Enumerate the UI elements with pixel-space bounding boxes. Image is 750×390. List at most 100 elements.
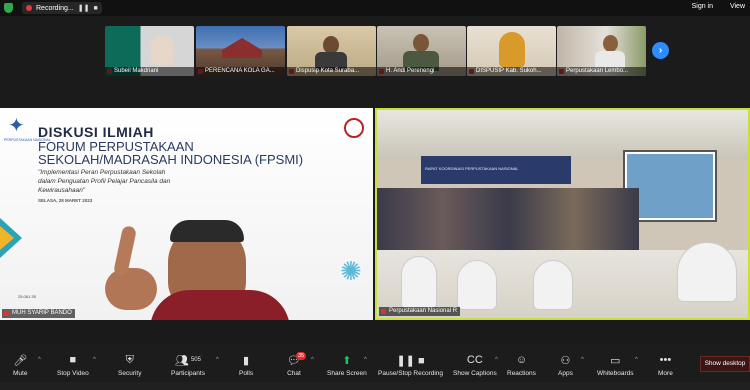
shield-icon [4, 3, 13, 13]
participant-strip: Subeil Makdriani PERENCANA KOLA GA... Di… [0, 16, 750, 106]
reactions-button[interactable]: ☺ Reactions [507, 353, 536, 377]
record-dot-icon [26, 5, 32, 11]
slide-date: SELASA, 28 MARET 2023 [38, 198, 93, 203]
pause-stop-recording-button[interactable]: ❚❚ ■ Pause/Stop Recording [378, 353, 444, 378]
captions-icon: CC [466, 354, 483, 366]
polls-label: Polls [239, 370, 254, 377]
share-label: Share Screen [327, 370, 367, 377]
participant-name: H. Andi Perenengi [377, 67, 466, 76]
participant-tile[interactable]: Dispusip Kota Suraba... [287, 26, 376, 76]
emblem-icon [344, 118, 364, 138]
avatar [499, 32, 525, 68]
pause-stop-icon: ❚❚ ■ [396, 354, 425, 367]
chevron-up-icon[interactable]: ^ [495, 357, 498, 363]
share-screen-button[interactable]: ⬆ Share Screen [327, 353, 367, 378]
projected-meeting [627, 154, 713, 218]
next-page-button[interactable]: › [652, 42, 669, 59]
people-icon: 👥︎ 505 [174, 354, 201, 367]
participant-tile[interactable]: Subeil Makdriani [105, 26, 194, 76]
chevron-up-icon[interactable]: ^ [581, 357, 584, 363]
chevron-right-icon: › [658, 45, 663, 56]
participant-name: PERENCANA KOLA GA... [196, 67, 285, 76]
participants-button[interactable]: 👥︎ 505 Participants [171, 353, 205, 378]
video-camera-icon: ■ [69, 354, 77, 366]
participants-label: Participants [171, 370, 205, 377]
chair [401, 256, 437, 310]
participant-name: Subeil Makdriani [105, 67, 194, 76]
more-label: More [658, 370, 673, 377]
chair [677, 242, 737, 302]
speaker-name-label: MUH SYARIP BANDO [2, 309, 75, 318]
sign-in-link[interactable]: Sign in [692, 3, 713, 10]
participant-tile[interactable]: DISPUSIP Kab. Sukoh... [467, 26, 556, 76]
slide-time: 25.061.35 [18, 294, 36, 299]
whiteboards-button[interactable]: ▭ Whiteboards [597, 353, 634, 378]
security-button[interactable]: ⛨ Security [118, 353, 142, 378]
security-label: Security [118, 370, 142, 377]
bar-chart-icon: ▮ [243, 354, 250, 367]
os-taskbar [0, 382, 750, 390]
speaker-hair [170, 220, 244, 242]
chevron-up-icon[interactable]: ^ [216, 357, 219, 363]
meeting-top-bar: Recording... ❚❚ ■ Sign in View [0, 0, 750, 16]
slide-title-3: SEKOLAH/MADRASAH INDONESIA (FPSMI) [38, 152, 304, 167]
chair [457, 260, 497, 310]
pause-icon[interactable]: ❚❚ [78, 4, 90, 12]
room-video-tile[interactable]: RAPAT KOORDINASI PERPUSTAKAAN NASIONAL P… [375, 108, 750, 320]
mute-button[interactable]: 🎤︎ Mute [13, 353, 28, 378]
participant-name: Dispusip Kota Suraba... [287, 67, 376, 76]
building-shape [222, 38, 262, 58]
chevron-up-icon[interactable]: ^ [38, 357, 41, 363]
muted-mic-icon [4, 311, 9, 316]
reactions-label: Reactions [507, 370, 536, 377]
show-desktop-button[interactable]: Show desktop [700, 356, 750, 372]
more-dots-icon: ••• [659, 354, 672, 366]
video-label: Stop Video [57, 370, 89, 377]
microphone-icon: 🎤︎ [13, 354, 28, 367]
banner-text: RAPAT KOORDINASI PERPUSTAKAAN NASIONAL [425, 166, 519, 171]
polls-button[interactable]: ▮ Polls [239, 353, 254, 378]
chevron-up-icon[interactable]: ^ [93, 357, 96, 363]
speaker-name: MUH SYARIP BANDO [12, 310, 72, 316]
record-label: Pause/Stop Recording [378, 370, 444, 377]
apps-label: Apps [558, 370, 573, 377]
more-button[interactable]: ••• More [658, 353, 673, 377]
show-captions-button[interactable]: CC Show Captions [453, 353, 497, 377]
whiteboard-icon: ▭ [610, 354, 621, 367]
participant-tile[interactable]: H. Andi Perenengi [377, 26, 466, 76]
muted-mic-icon [381, 309, 386, 314]
participant-tile[interactable]: PERENCANA KOLA GA... [196, 26, 285, 76]
apps-button[interactable]: ⚇ Apps [558, 353, 573, 378]
mute-label: Mute [13, 370, 28, 377]
chat-badge: 35 [296, 352, 307, 360]
slide-subtitle-1: "Implementasi Peran Perpustakaan Sekolah [38, 169, 166, 176]
avatar [151, 35, 173, 65]
chevron-up-icon[interactable]: ^ [635, 357, 638, 363]
recording-indicator: Recording... ❚❚ ■ [22, 2, 102, 14]
room-name-label: Perpustakaan Nasional R [379, 307, 461, 316]
active-speaker-tile[interactable]: ✦ PERPUSTAKAAN NASIONAL DISKUSI ILMIAH F… [0, 108, 373, 320]
participant-tile[interactable]: Perpustakaan Lembo... [557, 26, 646, 76]
slide-subtitle-2: dalam Penguatan Profil Pelajar Pancasila… [38, 178, 171, 185]
chevron-up-icon[interactable]: ^ [364, 357, 367, 363]
avatar [603, 35, 618, 52]
apps-icon: ⚇ [560, 354, 571, 367]
room-name: Perpustakaan Nasional R [389, 308, 458, 314]
chat-label: Chat [287, 370, 301, 377]
participant-name: Perpustakaan Lembo... [557, 67, 646, 76]
view-button[interactable]: View [730, 3, 745, 10]
slide-title-1: DISKUSI ILMIAH [38, 124, 154, 140]
chevron-up-icon[interactable]: ^ [311, 357, 314, 363]
captions-label: Show Captions [453, 370, 497, 377]
smile-icon: ☺ [515, 354, 528, 366]
shield-icon: ⛨ [125, 353, 134, 366]
avatar [413, 34, 429, 52]
stop-video-button[interactable]: ■ Stop Video [57, 353, 89, 377]
share-screen-icon: ⬆ [342, 354, 352, 367]
chair [533, 260, 573, 310]
participants-count: 505 [190, 357, 201, 363]
speaker-hand [105, 268, 157, 310]
speaker-shirt [150, 290, 290, 320]
slide-burst-icon: ✺ [340, 256, 362, 286]
stop-icon[interactable]: ■ [93, 5, 97, 12]
